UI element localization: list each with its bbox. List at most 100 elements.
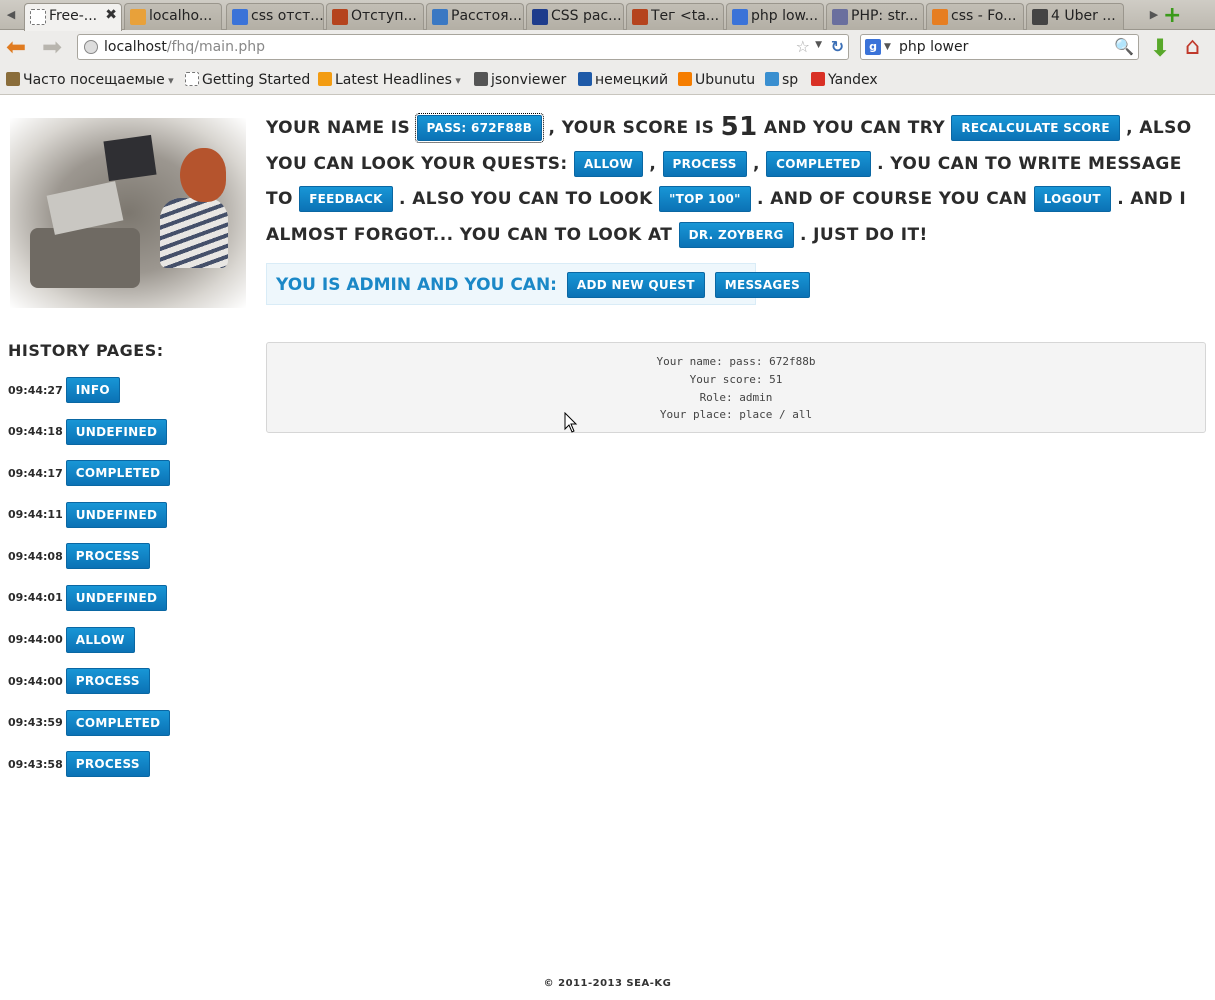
tab-label: PHP: str... (851, 8, 919, 24)
feedback-button[interactable]: Feedback (299, 186, 393, 213)
info-place: Your place: place / all (659, 408, 813, 422)
b-icon (578, 72, 592, 86)
browser-tab[interactable]: 4 Uber ... (1026, 3, 1124, 30)
tab-label: css отст... (251, 8, 324, 24)
search-engine-dropdown-icon[interactable]: ▼ (884, 42, 891, 52)
bookmark-label: sp (782, 72, 799, 88)
history-time: 09:44:08 (8, 549, 63, 563)
browser-tab[interactable]: PHP: str... (826, 3, 924, 30)
search-input[interactable]: php lower (899, 39, 968, 55)
history-page-button[interactable]: Allow (65, 626, 135, 653)
download-icon[interactable]: ⬇ (1150, 34, 1170, 62)
tabs-scroll-right-icon[interactable]: ▶ (1145, 6, 1163, 24)
search-icon[interactable]: 🔍 (1114, 37, 1134, 56)
tab-label: css - Fo... (951, 8, 1017, 24)
browser-tab[interactable]: Тег <ta... (626, 3, 724, 30)
chevron-down-icon: ▾ (451, 74, 461, 87)
reload-icon[interactable]: ↻ (831, 37, 844, 56)
mouse-cursor-icon (564, 412, 578, 433)
bookmarks-toolbar: Часто посещаемые ▾ Getting Started Latest … (0, 66, 1215, 95)
add-new-quest-button[interactable]: Add new quest (566, 272, 705, 298)
search-bar[interactable]: g ▼ php lower 🔍 (860, 34, 1139, 60)
tab-label: 4 Uber ... (1051, 8, 1116, 24)
bookmark-item[interactable]: Getting Started (185, 72, 310, 88)
forward-arrow-icon[interactable]: ➡ (42, 35, 62, 59)
history-page-button[interactable]: Process (65, 543, 150, 570)
name-button[interactable]: pass: 672f88b (414, 113, 545, 143)
bookmark-item[interactable]: немецкий (578, 72, 668, 88)
bookmark-star-icon[interactable]: ☆ (796, 37, 810, 56)
google-icon (232, 9, 248, 25)
intro-text-9: . Just do it! (799, 224, 928, 245)
completed-quests-button[interactable]: Completed (766, 150, 871, 177)
back-arrow-icon[interactable]: ⬅ (6, 35, 26, 59)
tabs-scroll-left-icon[interactable]: ◀ (2, 6, 20, 24)
recalculate-score-button[interactable]: Recalculate score (951, 115, 1120, 141)
header-photo (10, 118, 246, 308)
browser-tab[interactable]: php low... (726, 3, 824, 30)
history-row: 09:44:18 Undefined (8, 418, 248, 461)
browser-tab[interactable]: CSS рас... (526, 3, 624, 30)
history-page-button[interactable]: Completed (65, 709, 171, 736)
bookmark-label: немецкий (595, 72, 669, 88)
pma-icon (130, 9, 146, 25)
info-name: Your name: pass: 672f88b (656, 355, 816, 368)
bookmark-item[interactable]: Ubunutu (678, 72, 755, 88)
dr-zoyberg-button[interactable]: Dr. Zoyberg (678, 221, 794, 248)
history-page-button[interactable]: Undefined (65, 501, 168, 528)
bookmark-item[interactable]: sp (765, 72, 798, 88)
admin-text: You is admin and you can: (276, 275, 557, 295)
page-icon (30, 9, 46, 25)
google-icon (732, 9, 748, 25)
url-bar[interactable]: localhost/fhq/main.php ☆ ▼ ↻ (77, 34, 849, 60)
browser-tab[interactable]: Расстоя... (426, 3, 524, 30)
process-quests-button[interactable]: Process (662, 150, 747, 177)
cart-icon (765, 72, 779, 86)
top-100-button[interactable]: "Top 100" (659, 186, 751, 213)
logout-button[interactable]: Logout (1033, 186, 1111, 213)
history-page-button[interactable]: Process (65, 751, 150, 778)
browser-tab[interactable]: Отступ... (326, 3, 424, 30)
bookmark-item[interactable]: Часто посещаемые ▾ (6, 72, 174, 88)
messages-button[interactable]: Messages (714, 272, 811, 298)
close-tab-icon[interactable]: ✖ (105, 7, 117, 23)
tab-label: CSS рас... (551, 8, 622, 24)
tab-label: Расстоя... (451, 8, 522, 24)
bookmark-item[interactable]: Yandex (811, 72, 878, 88)
new-tab-icon[interactable]: + (1163, 3, 1181, 28)
browser-tab[interactable]: localho... (124, 3, 222, 30)
most-visited-icon (6, 72, 20, 86)
history-row: 09:44:17 Completed (8, 460, 248, 502)
user-info-panel: Your name: pass: 672f88b Your score: 51 … (266, 342, 1206, 433)
bookmark-label: Latest Headlines (335, 72, 452, 88)
intro-text-2: , your score is (548, 118, 715, 138)
page-icon (185, 72, 199, 86)
bookmark-item[interactable]: Latest Headlines ▾ (318, 72, 461, 88)
browser-tab[interactable]: Free-... ✖ (24, 3, 122, 31)
history-time: 09:44:18 (8, 425, 63, 439)
php-icon (832, 9, 848, 25)
home-icon[interactable]: ⌂ (1185, 32, 1200, 60)
history-page-button[interactable]: Undefined (65, 584, 168, 611)
history-row: 09:44:08 Process (8, 543, 248, 585)
bookmark-label: Yandex (828, 72, 878, 88)
history-time: 09:44:11 (8, 508, 63, 522)
history-row: 09:43:58 Process (8, 751, 248, 793)
a-icon (532, 9, 548, 25)
google-search-engine-icon[interactable]: g (865, 39, 881, 55)
history-time: 09:44:27 (8, 383, 63, 397)
intro-text-1: Your name is (266, 118, 411, 138)
yandex-icon (811, 72, 825, 86)
history-page-button[interactable]: Undefined (65, 418, 168, 445)
site-identity-icon[interactable] (84, 40, 98, 54)
history-page-button[interactable]: Process (65, 668, 150, 695)
history-page-button[interactable]: Info (65, 377, 120, 403)
bookmark-item[interactable]: jsonviewer (474, 72, 566, 88)
jsonviewer-icon (474, 72, 488, 86)
allow-quests-button[interactable]: Allow (573, 150, 644, 177)
browser-tab[interactable]: css - Fo... (926, 3, 1024, 30)
url-path: /fhq/main.php (166, 39, 266, 55)
history-page-button[interactable]: Completed (65, 460, 171, 487)
browser-tab[interactable]: css отст... (226, 3, 324, 30)
url-dropdown-icon[interactable]: ▼ (815, 40, 822, 50)
